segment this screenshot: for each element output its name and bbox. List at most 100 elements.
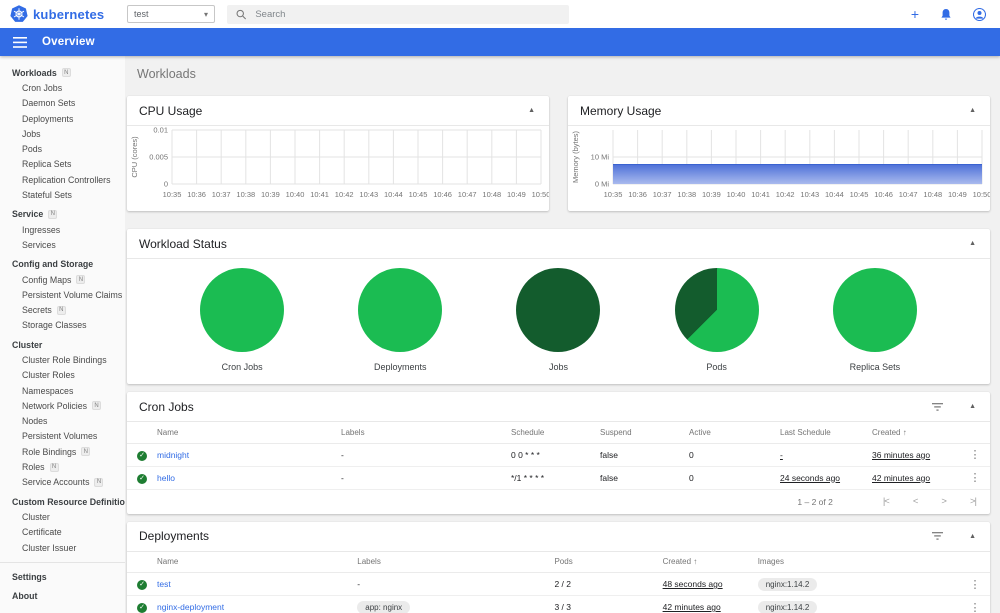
column-header-pods[interactable]: Pods [554,551,663,573]
pie-chart-deployments[interactable] [358,268,443,352]
column-label: Labels [357,557,381,567]
sidebar-item-network-policies[interactable]: Network Policies N [0,398,125,413]
previous-page-button[interactable]: < [913,496,918,507]
sidebar-item-custom-resource-definitions[interactable]: Custom Resource Definitions [0,494,125,509]
sidebar-item-ingresses[interactable]: Ingresses [0,222,125,237]
kubernetes-logo[interactable]: kubernetes [0,5,110,23]
sidebar-item-services[interactable]: Services [0,237,125,252]
sidebar-item-cluster-roles[interactable]: Cluster Roles [0,368,125,383]
sidebar-item-config-maps[interactable]: Config Maps N [0,272,125,287]
sidebar-item-roles[interactable]: Roles N [0,459,125,474]
sidebar-item-secrets[interactable]: Secrets N [0,302,125,317]
workload-status-card-header: Workload Status ▲ [127,229,990,259]
column-header-schedule[interactable]: Schedule [511,422,600,444]
sidebar-item-pods[interactable]: Pods [0,141,125,156]
row-actions-button[interactable]: ⋮ [965,579,984,591]
sidebar-item-nodes[interactable]: Nodes [0,414,125,429]
x-tick-label: 10:43 [359,190,378,199]
filter-button[interactable] [932,532,944,540]
column-header-blank [960,422,990,444]
row-actions-button[interactable]: ⋮ [966,472,985,484]
collapse-icon[interactable]: ▲ [967,401,978,412]
sidebar-item-jobs[interactable]: Jobs [0,126,125,141]
column-label: Labels [341,427,365,437]
sidebar-item-replica-sets[interactable]: Replica Sets [0,157,125,172]
sidebar-item-stateful-sets[interactable]: Stateful Sets [0,187,125,202]
sidebar-item-deployments[interactable]: Deployments [0,111,125,126]
sidebar-item-config-and-storage[interactable]: Config and Storage [0,257,125,272]
row-actions-button[interactable]: ⋮ [965,602,984,613]
sidebar-item-storage-classes[interactable]: Storage Classes [0,318,125,333]
pie-chart-jobs[interactable] [516,268,601,352]
sidebar-item-about[interactable]: About [0,589,125,604]
column-header-created[interactable]: Created ↑ [872,422,960,444]
namespace-select[interactable]: test ▾ [127,5,215,23]
sidebar-item-namespaces[interactable]: Namespaces [0,383,125,398]
sidebar-item-cluster-issuer[interactable]: Cluster Issuer [0,540,125,555]
cron-job-row-name-link[interactable]: midnight [157,450,189,460]
column-label: Active [689,427,711,437]
filter-button[interactable] [932,402,944,411]
sidebar-item-service-accounts[interactable]: Service Accounts N [0,475,125,490]
sidebar-item-persistent-volumes[interactable]: Persistent Volumes [0,429,125,444]
sidebar-item-cluster[interactable]: Cluster [0,337,125,352]
pie-chart-pods[interactable] [674,268,759,352]
last-page-button[interactable]: >| [970,496,977,507]
bell-icon [941,8,951,20]
sidebar-item-cluster-role-bindings[interactable]: Cluster Role Bindings [0,352,125,367]
collapse-icon[interactable]: ▲ [967,238,978,249]
table-header-row: Name Labels Pods Created ↑ Images [127,551,990,573]
search-bar[interactable] [227,4,569,24]
collapse-icon[interactable]: ▲ [967,531,978,542]
row-actions-button[interactable]: ⋮ [966,449,985,461]
column-header-labels[interactable]: Labels [341,422,511,444]
sidebar-item-cluster[interactable]: Cluster [0,509,125,524]
x-tick-label: 10:45 [409,190,428,199]
column-header-name[interactable]: Name [157,551,358,573]
user-account-button[interactable] [973,7,986,21]
cell-name: test [157,572,358,596]
x-tick-label: 10:35 [163,190,182,199]
column-header-suspend[interactable]: Suspend [600,422,689,444]
next-page-button[interactable]: > [941,496,946,507]
cell-pods: 2 / 2 [554,572,663,596]
sidebar-item-settings[interactable]: Settings [0,569,125,584]
column-header-created[interactable]: Created ↑ [662,551,758,573]
workload-status-card: Workload Status ▲ Cron Jobs Deployments Jo… [127,229,990,384]
filter-icon [932,402,944,411]
sidebar-item-replication-controllers[interactable]: Replication Controllers [0,172,125,187]
column-header-last-schedule[interactable]: Last Schedule [780,422,872,444]
deployment-row-name-link[interactable]: nginx-deployment [157,602,224,612]
cell-images: nginx:1.14.2 [757,572,960,596]
card-title: CPU Usage [139,103,203,118]
menu-button[interactable] [13,36,27,48]
sidebar-item-workloads[interactable]: Workloads N [0,65,125,80]
create-resource-button[interactable]: + [911,7,919,21]
pie-chart-cron-jobs[interactable] [200,268,285,352]
sidebar-item-label: Service Accounts [22,477,90,488]
sidebar-item-cron-jobs[interactable]: Cron Jobs [0,80,125,95]
cron-job-row-name-link[interactable]: hello [157,473,175,483]
column-header-labels[interactable]: Labels [357,551,555,573]
main-content: Workloads CPU Usage ▲ 0 0.005 0.01 10:35 10:… [125,56,1000,613]
sidebar-item-role-bindings[interactable]: Role Bindings N [0,444,125,459]
cell-kebab: ⋮ [959,595,990,613]
cell-status: ✓ [127,466,157,490]
sidebar-item-service[interactable]: Service N [0,207,125,222]
sidebar-item-label: Settings [12,571,47,582]
first-page-button[interactable]: |< [883,496,890,507]
column-header-active[interactable]: Active [689,422,780,444]
sidebar-item-persistent-volume-claims[interactable]: Persistent Volume ClaimsN [0,287,125,302]
column-header-images[interactable]: Images [757,551,960,573]
sidebar-item-label: Config Maps [22,274,72,285]
sidebar-item-certificate[interactable]: Certificate [0,525,125,540]
notifications-button[interactable] [940,8,952,21]
deployment-row-name-link[interactable]: test [157,579,171,589]
collapse-icon[interactable]: ▲ [526,105,537,116]
sidebar-item-daemon-sets[interactable]: Daemon Sets [0,96,125,111]
pie-chart-replica-sets[interactable] [832,268,917,352]
collapse-icon[interactable]: ▲ [967,105,978,116]
cell-suspend: false [600,443,689,467]
column-header-name[interactable]: Name [157,422,341,444]
search-input[interactable] [255,8,560,20]
